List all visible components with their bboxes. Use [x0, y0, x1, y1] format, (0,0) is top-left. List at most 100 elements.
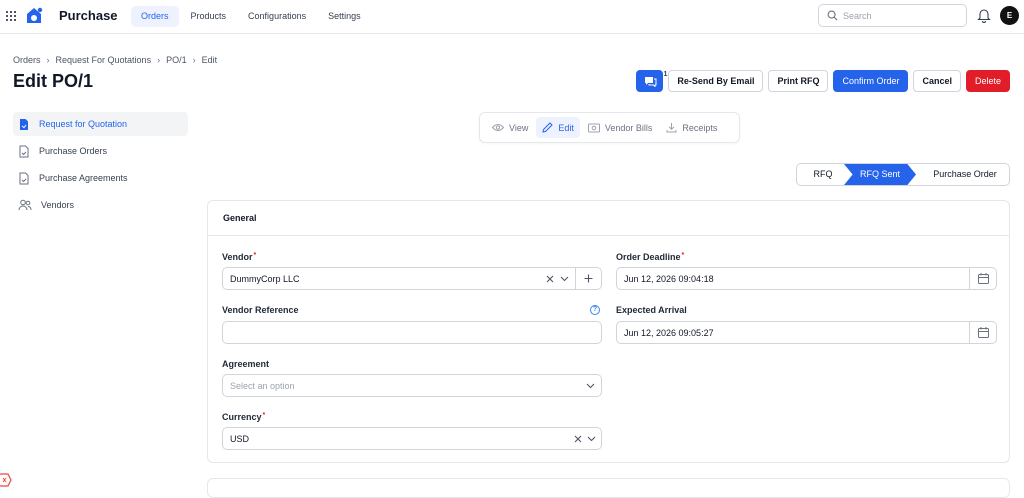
chevron-down-icon[interactable] — [560, 276, 569, 282]
required-mark: * — [681, 252, 685, 259]
tab-label: View — [509, 122, 529, 133]
clear-icon[interactable] — [574, 435, 582, 443]
search-icon — [827, 10, 838, 21]
debug-toolbar-icon[interactable] — [0, 470, 12, 488]
expected-arrival-input[interactable]: Jun 12, 2026 09:05:27 — [616, 321, 997, 344]
sidebar-item-label: Vendors — [41, 200, 75, 210]
users-icon — [18, 199, 32, 211]
breadcrumb-orders[interactable]: Orders — [13, 55, 41, 65]
search-box — [818, 4, 967, 27]
nav-settings[interactable]: Settings — [318, 6, 371, 27]
required-mark: * — [253, 252, 257, 259]
top-bar: Purchase Orders Products Configurations … — [0, 0, 1024, 34]
document-icon — [20, 118, 28, 130]
order-deadline-value: Jun 12, 2026 09:04:18 — [624, 274, 714, 284]
chevron-down-icon[interactable] — [586, 383, 595, 389]
download-icon — [666, 123, 677, 133]
vendor-reference-input[interactable] — [222, 321, 602, 344]
chevron-right-icon: › — [192, 55, 196, 65]
document-check-icon — [19, 145, 29, 157]
currency-label: Currency* — [222, 412, 265, 422]
agreement-label: Agreement — [222, 359, 270, 369]
sidebar-item-purchase-orders[interactable]: Purchase Orders — [13, 139, 188, 163]
vendor-value: DummyCorp LLC — [230, 274, 300, 284]
sidebar: Request for Quotation Purchase Orders Pu… — [13, 112, 188, 220]
confirm-order-button[interactable]: Confirm Order — [833, 70, 909, 92]
calendar-icon[interactable] — [978, 273, 989, 284]
app-title: Purchase — [59, 8, 118, 23]
nav-products[interactable]: Products — [181, 6, 237, 27]
app-logo-icon[interactable] — [24, 6, 44, 26]
eye-icon — [492, 124, 504, 131]
tab-label: Edit — [558, 122, 574, 133]
record-view-tabs: View Edit Vendor Bills Receipts — [479, 112, 740, 143]
tab-edit[interactable]: Edit — [536, 117, 580, 138]
vendor-label: Vendor* — [222, 252, 256, 262]
label-text: Order Deadline — [616, 252, 681, 262]
help-icon[interactable]: ? — [590, 305, 600, 315]
general-section: General Vendor* DummyCorp LLC Vendor Ref… — [207, 200, 1010, 463]
resend-email-button[interactable]: Re-Send By Email — [668, 70, 764, 92]
sidebar-item-vendors[interactable]: Vendors — [13, 193, 188, 217]
vendor-select[interactable]: DummyCorp LLC — [222, 267, 602, 290]
apps-grid-icon[interactable] — [6, 11, 16, 21]
status-progress-bar: RFQ RFQ Sent Purchase Order — [796, 163, 1010, 186]
tab-vendor-bills[interactable]: Vendor Bills — [582, 117, 659, 138]
order-deadline-label: Order Deadline* — [616, 252, 684, 262]
user-avatar[interactable]: E — [1000, 6, 1019, 25]
agreement-placeholder: Select an option — [230, 381, 295, 391]
calendar-icon[interactable] — [978, 327, 989, 338]
chat-count-badge: 1 — [663, 71, 668, 78]
divider — [575, 268, 576, 289]
nav-configurations[interactable]: Configurations — [238, 6, 316, 27]
breadcrumb-po[interactable]: PO/1 — [166, 55, 187, 65]
sidebar-item-label: Purchase Orders — [39, 146, 108, 156]
sidebar-item-label: Request for Quotation — [39, 119, 128, 129]
document-check-icon — [19, 172, 29, 184]
main-nav: Orders Products Configurations Settings — [131, 6, 371, 27]
status-step-purchase-order[interactable]: Purchase Order — [919, 164, 1009, 185]
chevron-down-icon[interactable] — [587, 436, 596, 442]
sidebar-item-purchase-agreements[interactable]: Purchase Agreements — [13, 166, 188, 190]
chevron-right-icon: › — [46, 55, 50, 65]
label-text: Currency — [222, 412, 262, 422]
breadcrumb: Orders › Request For Quotations › PO/1 ›… — [13, 55, 217, 65]
currency-value: USD — [230, 434, 250, 444]
bell-icon[interactable] — [977, 8, 991, 23]
divider — [969, 322, 970, 343]
tab-view[interactable]: View — [486, 117, 534, 138]
status-step-rfq-sent[interactable]: RFQ Sent — [844, 164, 916, 185]
expected-arrival-label: Expected Arrival — [616, 305, 687, 315]
label-text: Vendor — [222, 252, 253, 262]
page-title: Edit PO/1 — [13, 71, 94, 91]
clear-icon[interactable] — [546, 275, 554, 283]
search-input[interactable] — [843, 8, 961, 23]
agreement-select[interactable]: Select an option — [222, 374, 602, 397]
nav-orders[interactable]: Orders — [131, 6, 179, 27]
required-mark: * — [262, 412, 266, 419]
section-title: General — [208, 201, 1009, 236]
order-deadline-input[interactable]: Jun 12, 2026 09:04:18 — [616, 267, 997, 290]
expected-arrival-value: Jun 12, 2026 09:05:27 — [624, 328, 714, 338]
pencil-icon — [542, 122, 554, 133]
vendor-reference-label: Vendor Reference — [222, 305, 299, 315]
delete-button[interactable]: Delete — [965, 70, 1010, 92]
tab-label: Receipts — [682, 122, 718, 133]
plus-icon[interactable] — [584, 274, 593, 283]
banknote-icon — [587, 123, 600, 132]
chevron-right-icon: › — [157, 55, 161, 65]
chat-icon — [645, 77, 657, 87]
breadcrumb-rfqs[interactable]: Request For Quotations — [56, 55, 152, 65]
currency-select[interactable]: USD — [222, 427, 602, 450]
print-rfq-button[interactable]: Print RFQ — [768, 70, 829, 92]
status-step-rfq[interactable]: RFQ — [797, 164, 849, 185]
divider — [969, 268, 970, 289]
next-section — [207, 478, 1010, 498]
sidebar-item-label: Purchase Agreements — [39, 173, 128, 183]
chatter-button[interactable]: 1 — [636, 70, 667, 92]
cancel-button[interactable]: Cancel — [913, 70, 961, 92]
breadcrumb-edit: Edit — [201, 55, 218, 65]
tab-label: Vendor Bills — [604, 122, 653, 133]
sidebar-item-rfq[interactable]: Request for Quotation — [13, 112, 188, 136]
tab-receipts[interactable]: Receipts — [660, 117, 723, 138]
